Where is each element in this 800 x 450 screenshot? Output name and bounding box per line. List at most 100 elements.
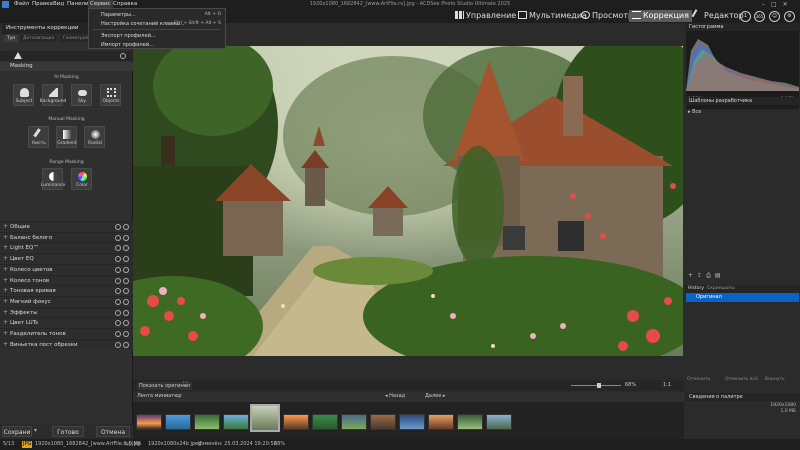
expand-icon[interactable]: +: [3, 308, 8, 318]
thumbnail[interactable]: [165, 414, 191, 430]
save-button[interactable]: Сохрани: [2, 426, 32, 437]
correction-group[interactable]: + Light EQ™: [0, 242, 133, 253]
reset-icon[interactable]: [123, 288, 129, 295]
thumbnail[interactable]: [136, 414, 162, 430]
menu-file[interactable]: Файл: [14, 0, 29, 9]
thumbnail-selected[interactable]: [250, 404, 280, 432]
toggle-icon[interactable]: [115, 234, 121, 241]
tab-tune[interactable]: Тун: [4, 35, 19, 42]
correction-group[interactable]: + Мягкий фокус: [0, 295, 133, 307]
zoom-slider[interactable]: [571, 385, 621, 386]
tab-history[interactable]: History: [688, 286, 704, 291]
toggle-icon[interactable]: [120, 53, 126, 59]
toggle-icon[interactable]: [115, 224, 121, 230]
menu-view[interactable]: Вид: [53, 0, 64, 9]
expand-icon[interactable]: +: [3, 286, 8, 296]
correction-group[interactable]: + Общие: [0, 221, 133, 231]
expand-icon[interactable]: +: [3, 318, 8, 328]
thumbnail[interactable]: [399, 414, 425, 430]
correction-group[interactable]: + Виньетка пост обрезки: [0, 338, 133, 350]
thumbnail[interactable]: [283, 414, 309, 430]
presets-toolbar[interactable]: +⇪⎙▤: [688, 272, 725, 280]
thumbnail[interactable]: [457, 414, 483, 430]
reset-icon[interactable]: [123, 341, 129, 348]
presets-all-item[interactable]: ▸ Все: [688, 109, 701, 115]
mode-develop-button[interactable]: Коррекция: [629, 10, 692, 22]
dropdown-arrow-icon[interactable]: ▾: [34, 427, 42, 436]
mode-view-button[interactable]: Просмотр: [578, 10, 636, 22]
ratio-button[interactable]: 1:1: [663, 382, 671, 388]
history-item-selected[interactable]: Оригинал: [686, 293, 799, 302]
reset-icon[interactable]: [123, 256, 129, 263]
tab-detail[interactable]: Детализация: [20, 35, 58, 42]
reset-icon[interactable]: [123, 234, 129, 241]
fit-icon[interactable]: ⛶: [183, 381, 187, 389]
toggle-icon[interactable]: [115, 309, 121, 316]
reset-icon[interactable]: [123, 331, 129, 337]
correction-group[interactable]: + Тоновая кривая: [0, 285, 133, 296]
thumbnail[interactable]: [312, 414, 338, 430]
menu-edit[interactable]: Правка: [32, 0, 53, 9]
thumbnail[interactable]: [341, 414, 367, 430]
masking-section-header[interactable]: Masking: [0, 62, 133, 71]
expand-icon[interactable]: +: [3, 233, 8, 243]
thumbnail[interactable]: [370, 414, 396, 430]
forward-button[interactable]: Далее ▸: [425, 393, 445, 399]
cancel-button[interactable]: Отмена: [96, 426, 130, 437]
thumbnail[interactable]: [223, 414, 249, 430]
correction-group[interactable]: + Баланс белого: [0, 231, 133, 243]
reset-icon[interactable]: [123, 224, 129, 230]
main-image[interactable]: [133, 46, 683, 356]
correction-group[interactable]: + Колесо тонов: [0, 274, 133, 286]
menu-options-item[interactable]: Параметры...: [101, 12, 136, 18]
tab-geometry[interactable]: Геометрия: [60, 35, 92, 42]
toggle-icon[interactable]: [115, 277, 121, 284]
reset-icon[interactable]: [123, 320, 129, 327]
mode-manage-button[interactable]: Управление: [452, 10, 519, 22]
menu-export-item[interactable]: Экспорт профилей...: [101, 33, 156, 39]
toggle-icon[interactable]: [115, 288, 121, 295]
person-icon[interactable]: ☺: [769, 11, 780, 22]
expand-icon[interactable]: +: [3, 265, 8, 275]
expand-icon[interactable]: +: [3, 329, 8, 339]
expand-icon[interactable]: +: [3, 276, 8, 286]
thumbnail[interactable]: [428, 414, 454, 430]
undo-button[interactable]: Отменить: [687, 377, 710, 382]
thumbnail[interactable]: [194, 414, 220, 430]
undo-all-button[interactable]: Отменить всё: [725, 377, 758, 382]
zoom-slider-handle[interactable]: [597, 383, 601, 388]
mode-edit-button[interactable]: Редактор: [690, 9, 747, 22]
toggle-icon[interactable]: [115, 320, 121, 327]
toggle-icon[interactable]: [115, 331, 121, 337]
back-button[interactable]: ◂ Назад: [385, 393, 405, 399]
expand-icon[interactable]: +: [3, 340, 8, 350]
expand-icon[interactable]: +: [3, 243, 8, 253]
correction-group[interactable]: + Цвет LUTs: [0, 317, 133, 328]
correction-group[interactable]: + Эффекты: [0, 306, 133, 318]
done-button[interactable]: Готово: [52, 426, 84, 437]
expand-icon[interactable]: +: [3, 297, 8, 307]
redo-button[interactable]: Вернуть: [765, 377, 785, 382]
reset-icon[interactable]: [123, 245, 129, 252]
gear-icon[interactable]: ⚙: [784, 11, 795, 22]
toggle-icon[interactable]: [115, 266, 121, 273]
thumbnail[interactable]: [486, 414, 512, 430]
toggle-icon[interactable]: [115, 298, 121, 305]
toggle-icon[interactable]: [115, 256, 121, 263]
window-controls[interactable]: –□✕: [762, 0, 800, 9]
reset-icon[interactable]: [123, 298, 129, 305]
reset-icon[interactable]: [123, 309, 129, 316]
menu-import-item[interactable]: Импорт профилей...: [101, 42, 154, 48]
toggle-icon[interactable]: [115, 245, 121, 252]
badge-1-icon[interactable]: 1: [740, 11, 751, 22]
badge-365-icon[interactable]: 365: [754, 11, 765, 22]
expand-icon[interactable]: +: [3, 222, 8, 232]
reset-icon[interactable]: [123, 277, 129, 284]
menu-shortcuts-item[interactable]: Настройка сочетаний клавиш...: [101, 21, 185, 27]
correction-group[interactable]: + Колесо цветов: [0, 263, 133, 275]
toggle-icon[interactable]: [115, 341, 121, 348]
reset-icon[interactable]: [123, 266, 129, 273]
correction-group[interactable]: + Цвет EQ: [0, 253, 133, 264]
correction-group[interactable]: + Разделитель тонов: [0, 328, 133, 338]
menu-panels[interactable]: Панели: [67, 0, 89, 9]
